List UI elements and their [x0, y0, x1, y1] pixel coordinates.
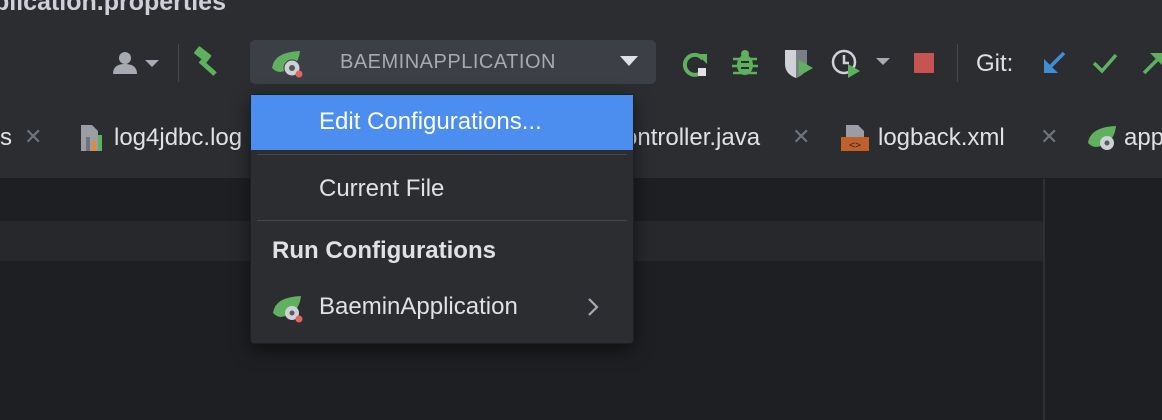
- log-file-icon: [81, 125, 102, 151]
- git-commit-icon: [1092, 53, 1118, 74]
- editor-tab[interactable]: log4jdbc.log: [78, 120, 242, 156]
- toolbar-separator: [957, 44, 958, 82]
- git-update-icon: [1044, 51, 1066, 73]
- user-icon: [113, 52, 159, 74]
- toolbar-separator: [178, 44, 179, 82]
- run-config-item[interactable]: BaeminApplication: [251, 281, 633, 331]
- spring-boot-icon: [272, 51, 303, 78]
- dropdown-arrow-icon: [620, 56, 638, 66]
- chevron-right-icon: [588, 298, 599, 316]
- close-icon[interactable]: ✕: [1040, 124, 1058, 150]
- right-margin-guide: [1043, 179, 1045, 420]
- editor-tab[interactable]: s: [0, 120, 12, 156]
- current-file-label: Current File: [319, 175, 445, 202]
- rerun-icon: [682, 52, 707, 77]
- close-icon[interactable]: ✕: [792, 124, 810, 150]
- editor-tab[interactable]: ontroller.java: [624, 120, 760, 156]
- git-push-icon: [1142, 53, 1162, 75]
- editor-tab[interactable]: app: [1086, 120, 1162, 156]
- spring-file-icon: [1088, 126, 1116, 150]
- debug-button[interactable]: [728, 46, 762, 80]
- user-menu-button[interactable]: [106, 48, 162, 78]
- hammer-icon: [194, 46, 217, 76]
- run-configuration-selector[interactable]: BAEMINAPPLICATION: [250, 40, 656, 84]
- xml-file-icon: <>: [841, 125, 869, 151]
- menu-separator: [257, 220, 627, 221]
- title-bar: plication.properties: [0, 0, 1162, 24]
- stop-icon: [914, 53, 934, 73]
- tab-label: ontroller.java: [624, 124, 761, 151]
- coverage-icon: [785, 50, 813, 78]
- close-icon[interactable]: ✕: [24, 124, 42, 150]
- tab-label: app: [1124, 124, 1162, 151]
- edit-configurations-label: Edit Configurations...: [319, 108, 542, 135]
- stop-button[interactable]: [912, 51, 936, 75]
- tab-label: s: [0, 124, 12, 151]
- current-file-item[interactable]: Current File: [251, 161, 633, 216]
- run-with-coverage-button[interactable]: [781, 46, 815, 80]
- debug-icon: [732, 50, 758, 75]
- spring-boot-icon: [273, 296, 303, 323]
- run-configuration-popup: Edit Configurations... Current File Run …: [250, 94, 634, 344]
- run-configuration-name: BAEMINAPPLICATION: [340, 51, 556, 73]
- tab-label: log4jdbc.log: [114, 124, 243, 151]
- edit-configurations-item[interactable]: Edit Configurations...: [251, 95, 633, 150]
- window-title: plication.properties: [0, 0, 226, 16]
- rerun-button[interactable]: [679, 48, 711, 80]
- git-push-button[interactable]: [1140, 48, 1162, 78]
- git-label: Git:: [976, 50, 1014, 77]
- run-config-label: BaeminApplication: [319, 293, 518, 320]
- menu-separator: [257, 154, 627, 155]
- build-button[interactable]: [192, 45, 226, 79]
- git-update-button[interactable]: [1040, 48, 1070, 78]
- tab-label: logback.xml: [878, 124, 1005, 151]
- git-commit-button[interactable]: [1090, 48, 1120, 78]
- svg-text:<>: <>: [849, 140, 861, 151]
- editor-tab[interactable]: <> logback.xml: [840, 120, 1005, 156]
- profile-icon: [831, 49, 890, 78]
- run-configurations-header: Run Configurations: [272, 237, 496, 264]
- profile-button[interactable]: [830, 46, 896, 80]
